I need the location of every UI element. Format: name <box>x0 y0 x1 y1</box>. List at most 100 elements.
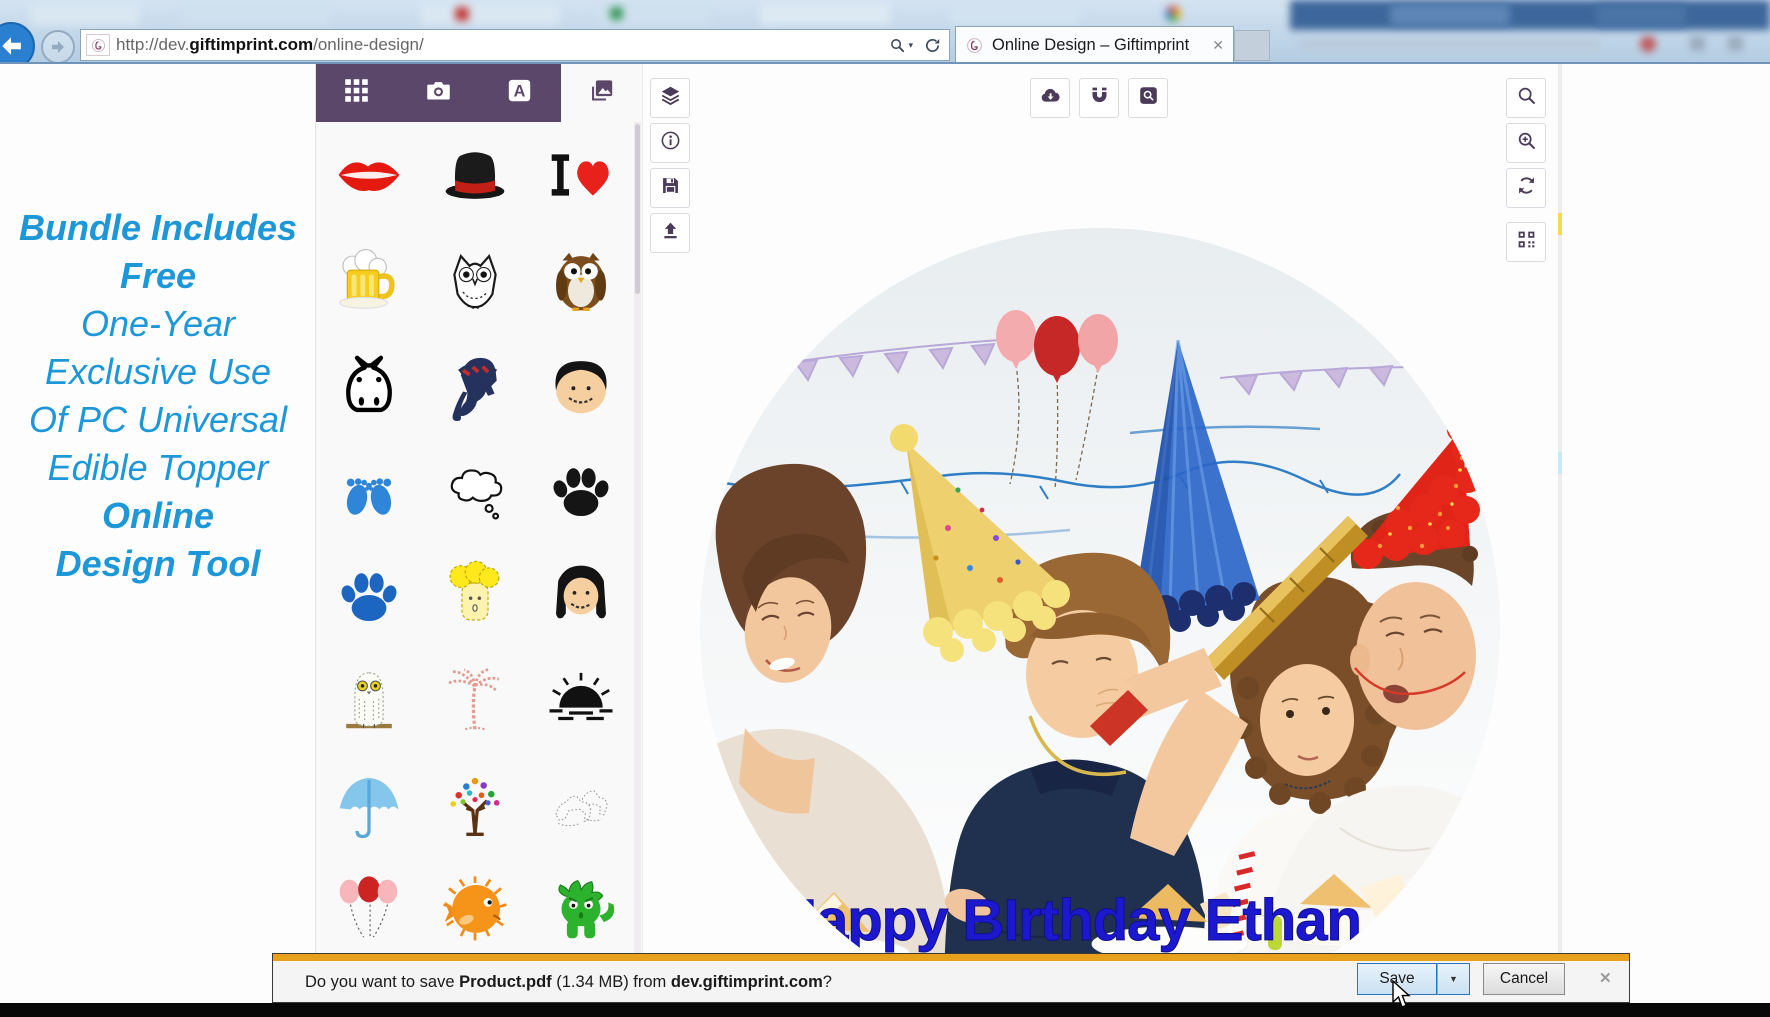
images-icon <box>588 77 615 109</box>
zoom-in-icon <box>1516 130 1537 156</box>
tab-close-icon[interactable]: ✕ <box>1212 37 1224 54</box>
clipart-grid <box>316 122 634 1017</box>
clipart-paw-print-blue[interactable] <box>316 542 422 647</box>
preview-icon <box>1138 85 1159 111</box>
refresh-page-icon[interactable] <box>921 34 943 56</box>
design-photo: Happy BIrthday Ethan <box>700 228 1500 1017</box>
clipart-umbrella[interactable] <box>316 752 422 857</box>
mouse-cursor <box>1392 980 1414 1010</box>
promo-line: Online <box>0 492 316 540</box>
tool-zoom-in-button[interactable] <box>1506 123 1546 163</box>
forward-arrow-icon <box>47 36 69 58</box>
search-icon[interactable] <box>886 34 908 56</box>
save-icon <box>660 175 681 201</box>
magnet-icon <box>1089 85 1110 111</box>
canvas-tools-left <box>650 78 690 253</box>
tool-search-button[interactable] <box>1506 78 1546 118</box>
tool-preview-button[interactable] <box>1128 78 1168 118</box>
upload-icon <box>660 220 681 246</box>
scrollbar-marker-yellow <box>1558 213 1562 235</box>
forward-button[interactable] <box>41 30 75 64</box>
search-icon <box>1516 85 1537 111</box>
promo-line: Of PC Universal <box>0 396 316 444</box>
tool-qr-code-button[interactable] <box>1506 222 1546 262</box>
design-canvas[interactable]: Happy BIrthday Ethan <box>700 228 1500 1017</box>
refresh-icon <box>1516 175 1537 201</box>
text-a-icon: A <box>506 77 533 109</box>
browser-tab[interactable]: Online Design – Giftimprint ✕ <box>955 26 1234 63</box>
download-message: Do you want to save Product.pdf (1.34 MB… <box>305 973 832 992</box>
qr-code-icon <box>1516 229 1537 255</box>
promo-line: Bundle Includes <box>0 204 316 252</box>
canvas-tools-top <box>1030 78 1168 118</box>
clipart-boy-face[interactable] <box>528 332 634 437</box>
layers-icon <box>660 85 681 111</box>
clipart-balloons[interactable] <box>316 857 422 962</box>
tab-text[interactable]: A <box>479 64 561 122</box>
notification-accent-bar <box>273 954 1629 961</box>
clipart-owl-white[interactable] <box>316 647 422 752</box>
promo-text: Bundle IncludesFreeOne-YearExclusive Use… <box>0 204 316 588</box>
clipart-horse-head[interactable] <box>316 332 422 437</box>
tab-favicon <box>966 37 983 54</box>
cancel-button[interactable]: Cancel <box>1483 963 1565 995</box>
back-arrow-icon <box>0 32 25 60</box>
browser-chrome: http://dev.giftimprint.com/online-design… <box>0 0 1770 64</box>
clipart-panel: A <box>315 64 643 1017</box>
panel-scrollbar[interactable] <box>634 122 641 1017</box>
svg-text:A: A <box>514 82 526 100</box>
tab-cliparts[interactable] <box>561 64 643 122</box>
tool-magnet-button[interactable] <box>1079 78 1119 118</box>
download-notification-bar: Do you want to save Product.pdf (1.34 MB… <box>272 953 1630 1003</box>
app-root: http://dev.giftimprint.com/online-design… <box>0 0 1770 1017</box>
tab-photos[interactable] <box>398 64 480 122</box>
clipart-beer-mug[interactable] <box>316 227 422 332</box>
search-options-caret-icon[interactable]: ▾ <box>908 40 913 51</box>
grid-icon <box>343 77 370 109</box>
bottom-black-bar <box>0 1003 1770 1017</box>
clipart-pufferfish[interactable] <box>422 857 528 962</box>
clipart-lips[interactable] <box>316 122 422 227</box>
clipart-native-profile[interactable] <box>422 332 528 437</box>
clipart-dinosaur[interactable] <box>528 857 634 962</box>
notification-close-icon[interactable]: ✕ <box>1599 969 1612 987</box>
clipart-thought-cloud[interactable] <box>422 437 528 542</box>
promo-line: Design Tool <box>0 540 316 588</box>
tool-info-button[interactable] <box>650 123 690 163</box>
clipart-horses-sketch[interactable] <box>528 752 634 857</box>
tool-upload-button[interactable] <box>650 213 690 253</box>
scrollbar-marker-cyan <box>1558 452 1562 474</box>
cloud-download-icon <box>1040 85 1061 111</box>
tool-refresh-button[interactable] <box>1506 168 1546 208</box>
clipart-yellow-buns[interactable] <box>422 542 528 647</box>
clipart-tree-colorful[interactable] <box>422 752 528 857</box>
design-overlay-text[interactable]: Happy BIrthday Ethan <box>775 888 1361 953</box>
promo-line: Edible Topper <box>0 444 316 492</box>
tab-shapes[interactable] <box>316 64 398 122</box>
clipart-i-love[interactable] <box>528 122 634 227</box>
save-options-caret[interactable]: ▼ <box>1437 963 1470 995</box>
tool-cloud-download-button[interactable] <box>1030 78 1070 118</box>
clipart-owl-sketch[interactable] <box>422 227 528 332</box>
clipart-girl-face[interactable] <box>528 542 634 647</box>
caret-down-icon: ▼ <box>1449 974 1458 984</box>
new-tab-button[interactable] <box>1234 30 1270 61</box>
tool-layers-button[interactable] <box>650 78 690 118</box>
clipart-top-hat[interactable] <box>422 122 528 227</box>
tab-title: Online Design – Giftimprint <box>992 36 1189 55</box>
promo-line: Free <box>0 252 316 300</box>
clipart-owl-cartoon[interactable] <box>528 227 634 332</box>
clipart-baby-feet[interactable] <box>316 437 422 542</box>
clipart-palm-tree[interactable] <box>422 647 528 752</box>
site-favicon <box>86 34 110 56</box>
tool-save-button[interactable] <box>650 168 690 208</box>
promo-line: One-Year <box>0 300 316 348</box>
address-bar[interactable]: http://dev.giftimprint.com/online-design… <box>80 29 950 61</box>
canvas-scrollbar[interactable] <box>1558 64 1562 1017</box>
clipart-paw-print-black[interactable] <box>528 437 634 542</box>
panel-scrollbar-thumb[interactable] <box>635 124 640 294</box>
clipart-sunset[interactable] <box>528 647 634 752</box>
url-text: http://dev.giftimprint.com/online-design… <box>116 35 886 55</box>
page-content: Bundle IncludesFreeOne-YearExclusive Use… <box>0 64 1770 1017</box>
promo-line: Exclusive Use <box>0 348 316 396</box>
